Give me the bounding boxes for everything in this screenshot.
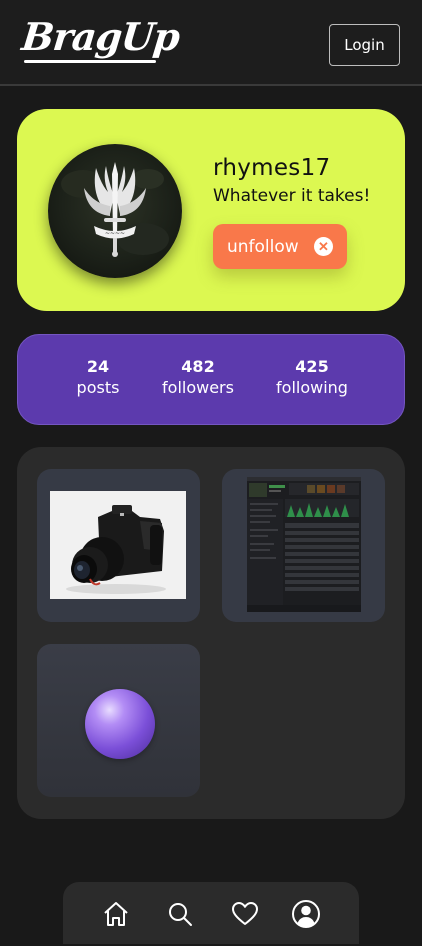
brand-logo[interactable]: BragUp (20, 14, 182, 59)
winged-dagger-emblem-icon: ~~~~ (61, 162, 169, 257)
posts-count: 24 (86, 357, 110, 376)
unfollow-button[interactable]: unfollow ✕ (213, 224, 347, 269)
followers-count: 482 (181, 357, 215, 376)
posts-grid (17, 447, 405, 819)
stat-followers[interactable]: 482 followers (160, 357, 236, 397)
unfollow-label: unfollow (227, 236, 299, 257)
stats-card: 24 posts 482 followers 425 following (17, 334, 405, 425)
post-thumbnail[interactable] (222, 469, 385, 622)
profile-bio: Whatever it takes! (213, 186, 371, 206)
posts-label: posts (76, 378, 120, 397)
purple-sphere-photo (85, 689, 155, 759)
dark-app-image (247, 477, 361, 612)
search-icon[interactable] (165, 899, 195, 929)
logo-underline (24, 60, 156, 63)
app-screenshot-photo (247, 477, 361, 612)
close-circle-icon: ✕ (314, 237, 333, 256)
stat-posts[interactable]: 24 posts (70, 357, 126, 397)
avatar: ~~~~ (48, 144, 182, 278)
login-button[interactable]: Login (329, 24, 400, 66)
camera-image (50, 491, 186, 599)
stat-following[interactable]: 425 following (272, 357, 352, 397)
svg-text:~~~~: ~~~~ (105, 230, 125, 237)
following-label: following (276, 378, 348, 397)
post-thumbnail[interactable] (37, 644, 200, 797)
home-icon[interactable] (101, 899, 131, 929)
following-count: 425 (295, 357, 329, 376)
app-header: BragUp Login (0, 0, 422, 86)
followers-label: followers (162, 378, 234, 397)
profile-card: ~~~~ rhymes17 Whatever it takes! unfollo… (17, 109, 405, 311)
profile-username: rhymes17 (213, 155, 331, 181)
heart-icon[interactable] (230, 899, 260, 929)
post-thumbnail[interactable] (37, 469, 200, 622)
bottom-nav (63, 882, 359, 944)
profile-icon[interactable] (291, 899, 321, 929)
camera-photo (50, 491, 186, 599)
